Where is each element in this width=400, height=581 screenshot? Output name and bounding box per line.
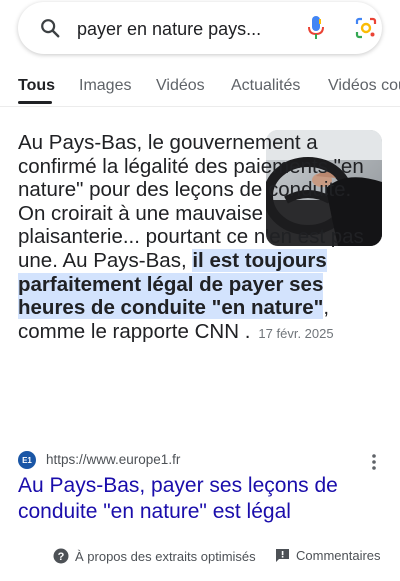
search-tabs: Tous Images Vidéos Actualités Vidéos cou xyxy=(0,70,400,106)
active-tab-indicator xyxy=(18,101,52,104)
snippet-date: 17 févr. 2025 xyxy=(258,325,334,341)
featured-snippet-text: Au Pays-Bas, le gouvernement a confirmé … xyxy=(18,131,382,345)
tabs-divider xyxy=(0,106,400,107)
tab-actualites[interactable]: Actualités xyxy=(231,76,300,96)
tab-videos[interactable]: Vidéos xyxy=(156,76,205,96)
more-vert-icon[interactable] xyxy=(370,452,378,472)
source-url[interactable]: https://www.europe1.fr xyxy=(46,452,180,467)
snippet-footer: ? À propos des extraits optimisés Commen… xyxy=(0,546,400,568)
feedback-label: Commentaires xyxy=(296,548,381,563)
tab-videos-courtes[interactable]: Vidéos cou xyxy=(328,76,400,96)
search-input[interactable]: payer en nature pays... xyxy=(77,18,287,40)
lens-icon[interactable] xyxy=(354,16,378,40)
search-bar[interactable]: payer en nature pays... xyxy=(18,2,382,54)
tab-images[interactable]: Images xyxy=(79,76,131,96)
source-favicon[interactable]: E1 xyxy=(18,451,36,469)
feedback-icon xyxy=(276,549,289,562)
help-icon: ? xyxy=(53,548,69,564)
search-results-page: payer en nature pays... Tous Images Vidé… xyxy=(0,0,400,581)
svg-text:?: ? xyxy=(58,551,65,563)
search-icon[interactable] xyxy=(39,17,61,39)
mic-icon[interactable] xyxy=(307,15,325,41)
feedback-link[interactable]: Commentaires xyxy=(275,548,381,563)
about-snippets-link[interactable]: ? À propos des extraits optimisés xyxy=(53,548,256,564)
tab-tous[interactable]: Tous xyxy=(18,76,55,96)
result-title-link[interactable]: Au Pays-Bas, payer ses leçons de conduit… xyxy=(18,473,382,525)
about-snippets-label: À propos des extraits optimisés xyxy=(75,548,256,564)
